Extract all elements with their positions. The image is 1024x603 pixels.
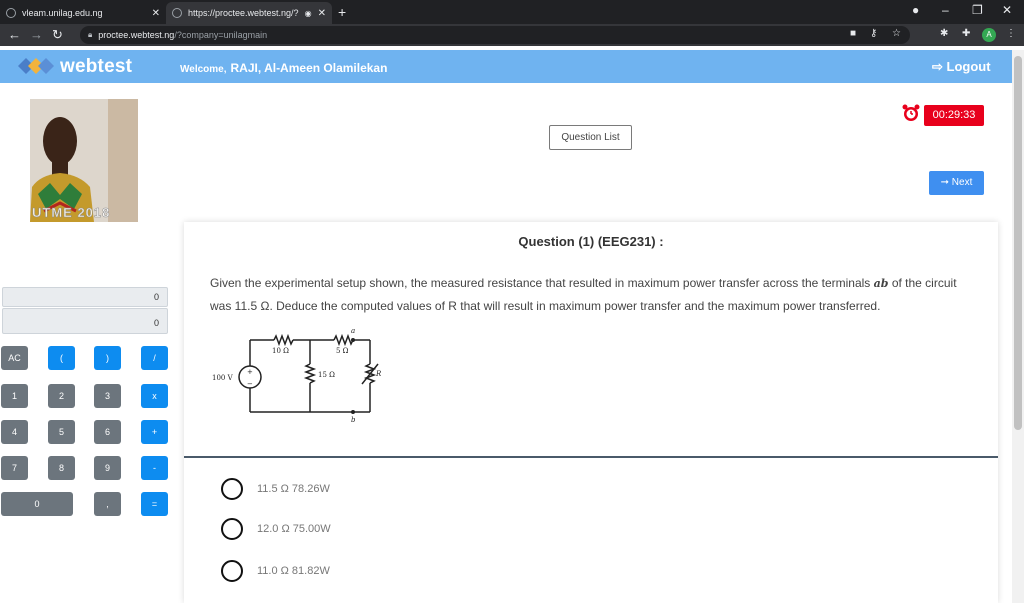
question-text: Given the experimental setup shown, the … bbox=[210, 272, 980, 317]
next-label: Next bbox=[951, 177, 973, 188]
calc-key-clear[interactable]: AC bbox=[1, 346, 28, 370]
page-scrollbar[interactable] bbox=[1012, 50, 1024, 603]
recording-icon: ◉ bbox=[304, 8, 312, 18]
candidate-photo: UTME 2018 bbox=[30, 99, 138, 222]
radio-button[interactable] bbox=[221, 478, 243, 500]
svg-text:+: + bbox=[247, 368, 253, 376]
minimize-icon[interactable]: – bbox=[942, 3, 949, 17]
options-divider bbox=[184, 456, 998, 458]
option-label: 12.0 Ω 75.00W bbox=[257, 523, 331, 535]
ohm-symbol: Ω. bbox=[260, 299, 273, 313]
avatar bbox=[30, 99, 138, 222]
question-list-button[interactable]: Question List bbox=[549, 125, 632, 150]
forward-icon[interactable]: → bbox=[30, 27, 43, 42]
arrow-right-icon: ➞ bbox=[940, 177, 952, 188]
calc-key-decimal[interactable]: , bbox=[94, 492, 121, 516]
source-label: 100 V bbox=[212, 374, 234, 382]
calc-key-7[interactable]: 7 bbox=[1, 456, 28, 480]
calc-key-4[interactable]: 4 bbox=[1, 420, 28, 444]
extension-icon[interactable]: ✱ bbox=[940, 28, 948, 39]
browser-tab-bar: vleam.unilag.edu.ng ✕ https://proctee.we… bbox=[0, 0, 1024, 24]
welcome-text: Welcome, RAJI, Al-Ameen Olamilekan bbox=[180, 61, 387, 75]
profile-menu-icon[interactable]: ● bbox=[912, 3, 919, 17]
countdown-timer: 00:29:33 bbox=[924, 105, 984, 126]
calc-key-multiply[interactable]: x bbox=[141, 384, 168, 408]
radio-button[interactable] bbox=[221, 560, 243, 582]
circuit-diagram: + − 100 V 10 Ω 5 Ω 15 Ω R a b bbox=[212, 327, 382, 422]
calculator-display-main: 0 bbox=[2, 308, 168, 334]
profile-avatar[interactable]: A bbox=[982, 28, 996, 42]
calc-key-6[interactable]: 6 bbox=[94, 420, 121, 444]
welcome-label: Welcome, bbox=[180, 64, 227, 75]
close-tab-icon[interactable]: ✕ bbox=[318, 8, 326, 19]
webtest-logo-icon bbox=[18, 58, 54, 74]
camera-icon[interactable]: ■ bbox=[850, 28, 856, 39]
globe-icon bbox=[172, 8, 182, 18]
lock-icon: 🔒︎ bbox=[88, 30, 93, 39]
calc-key-0[interactable]: 0 bbox=[1, 492, 73, 516]
logout-label: Logout bbox=[946, 59, 991, 74]
photo-watermark: UTME 2018 bbox=[32, 205, 111, 221]
tab-title: vleam.unilag.edu.ng bbox=[22, 8, 103, 18]
calc-key-2[interactable]: 2 bbox=[48, 384, 75, 408]
calc-key-plus[interactable]: + bbox=[141, 420, 168, 444]
calc-key-divide[interactable]: / bbox=[141, 346, 168, 370]
question-text-part3: Deduce the computed values of R that wil… bbox=[276, 299, 881, 313]
globe-icon bbox=[6, 8, 16, 18]
restore-icon[interactable]: ❐ bbox=[972, 3, 983, 17]
close-tab-icon[interactable]: ✕ bbox=[152, 8, 160, 19]
logout-icon: ⇨ bbox=[932, 59, 947, 74]
key-icon[interactable]: ⚷ bbox=[870, 28, 877, 39]
resistor-5-label: 5 Ω bbox=[336, 347, 349, 355]
calc-key-1[interactable]: 1 bbox=[1, 384, 28, 408]
resistor-15-label: 15 Ω bbox=[318, 371, 335, 379]
calculator-display-top: 0 bbox=[2, 287, 168, 307]
bookmark-star-icon[interactable]: ☆ bbox=[892, 28, 901, 39]
browser-toolbar: ← → ↻ 🔒︎ proctee.webtest.ng /?company=un… bbox=[0, 24, 1024, 46]
alarm-clock-icon bbox=[902, 104, 920, 121]
browser-tab-webtest[interactable]: https://proctee.webtest.ng/? ◉ ✕ bbox=[166, 2, 332, 24]
calc-key-9[interactable]: 9 bbox=[94, 456, 121, 480]
answer-option-3[interactable]: 11.0 Ω 81.82W bbox=[221, 559, 330, 583]
radio-button[interactable] bbox=[221, 518, 243, 540]
back-icon[interactable]: ← bbox=[8, 27, 21, 42]
calc-key-5[interactable]: 5 bbox=[48, 420, 75, 444]
tab-title: https://proctee.webtest.ng/? bbox=[188, 8, 299, 18]
answer-option-2[interactable]: 12.0 Ω 75.00W bbox=[221, 517, 331, 541]
svg-text:−: − bbox=[247, 380, 253, 388]
calc-key-minus[interactable]: - bbox=[141, 456, 168, 480]
close-window-icon[interactable]: ✕ bbox=[1002, 3, 1012, 17]
terminals-ab: ab bbox=[873, 277, 889, 290]
question-title: Question (1) (EEG231) : bbox=[518, 234, 664, 249]
menu-dots-icon[interactable]: ⋮ bbox=[1006, 28, 1016, 39]
browser-tab-vleam[interactable]: vleam.unilag.edu.ng ✕ bbox=[0, 2, 166, 24]
question-card: Question (1) (EEG231) : Given the experi… bbox=[184, 222, 998, 603]
brand-name: webtest bbox=[60, 56, 133, 77]
new-tab-icon[interactable]: + bbox=[338, 4, 346, 20]
puzzle-icon[interactable]: ✚ bbox=[962, 28, 970, 39]
calc-key-8[interactable]: 8 bbox=[48, 456, 75, 480]
calc-key-equals[interactable]: = bbox=[141, 492, 168, 516]
option-label: 11.0 Ω 81.82W bbox=[257, 565, 330, 577]
variable-resistor-label: R bbox=[375, 370, 382, 378]
next-button[interactable]: ➞ Next bbox=[929, 171, 984, 195]
scrollbar-thumb[interactable] bbox=[1014, 56, 1022, 430]
url-bar[interactable]: 🔒︎ proctee.webtest.ng /?company=unilagma… bbox=[80, 26, 910, 44]
app-header: webtest Welcome, RAJI, Al-Ameen Olamileka… bbox=[0, 50, 1012, 83]
calc-key-close-paren[interactable]: ) bbox=[94, 346, 121, 370]
question-text-part1: Given the experimental setup shown, the … bbox=[210, 276, 871, 290]
reload-icon[interactable]: ↻ bbox=[52, 27, 63, 43]
calc-key-open-paren[interactable]: ( bbox=[48, 346, 75, 370]
answer-option-1[interactable]: 11.5 Ω 78.26W bbox=[221, 477, 330, 501]
calc-key-3[interactable]: 3 bbox=[94, 384, 121, 408]
resistor-10-label: 10 Ω bbox=[272, 347, 289, 355]
node-a-label: a bbox=[351, 327, 355, 335]
url-host: proctee.webtest.ng bbox=[98, 30, 175, 40]
option-label: 11.5 Ω 78.26W bbox=[257, 483, 330, 495]
logout-button[interactable]: ⇨ Logout bbox=[932, 59, 991, 75]
node-b-label: b bbox=[351, 416, 356, 422]
url-path: /?company=unilagmain bbox=[174, 30, 268, 40]
user-name: RAJI, Al-Ameen Olamilekan bbox=[230, 61, 388, 75]
